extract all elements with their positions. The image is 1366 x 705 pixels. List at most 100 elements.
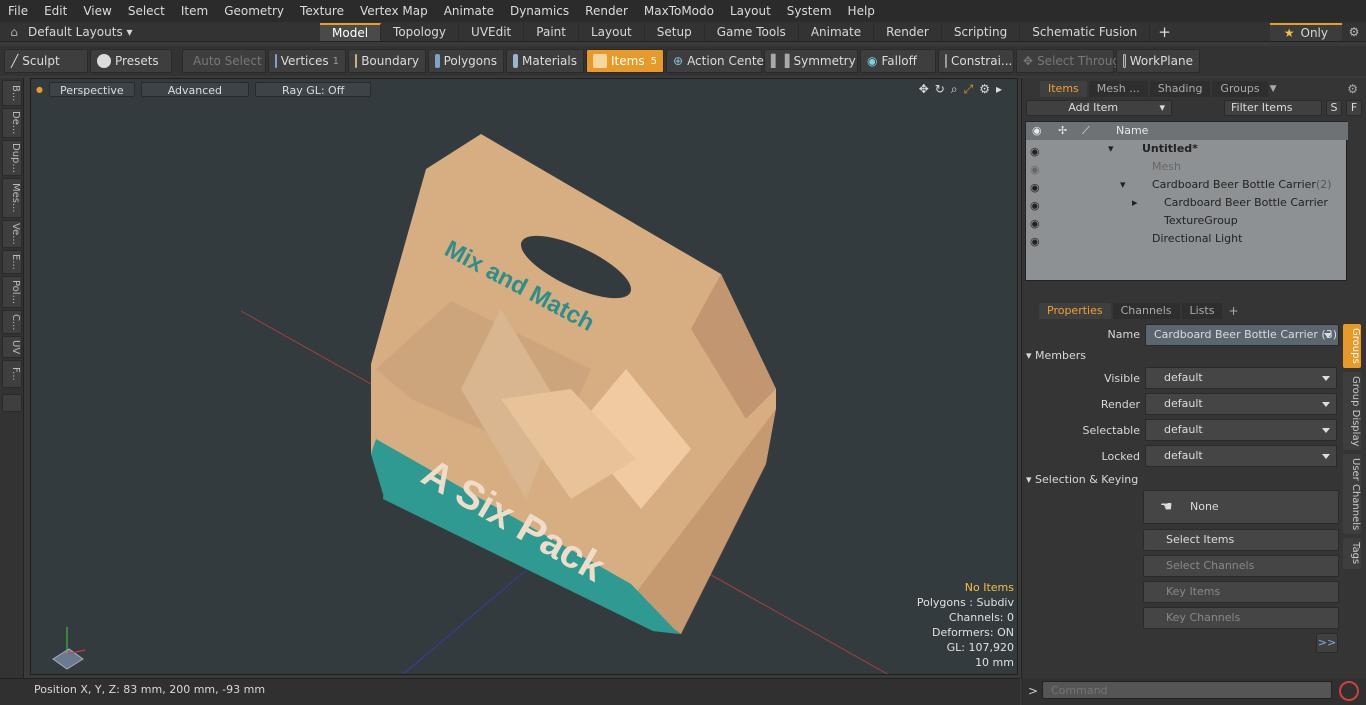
list-item[interactable]: ◉ ▾ Untitled*: [1026, 140, 1348, 158]
eye-icon[interactable]: ◉: [1030, 215, 1044, 230]
menu-item[interactable]: Item: [173, 0, 216, 22]
list-item[interactable]: ◉ TextureGroup: [1026, 212, 1348, 230]
menu-view[interactable]: View: [75, 0, 119, 22]
tab-properties[interactable]: Properties: [1039, 303, 1111, 319]
expand-icon[interactable]: ▾: [1108, 140, 1114, 158]
3d-viewport[interactable]: Mix and Match A Six Pack: [30, 78, 1018, 675]
tab-render[interactable]: Render: [874, 22, 942, 41]
tab-layout[interactable]: Layout: [579, 22, 645, 41]
presets-button[interactable]: Presets: [90, 49, 172, 73]
members-section[interactable]: ▾ Members: [1026, 349, 1338, 362]
tab-uvedit[interactable]: UVEdit: [459, 22, 525, 41]
add-tab-button[interactable]: +: [1150, 23, 1179, 41]
record-icon[interactable]: [1339, 681, 1359, 701]
menu-animate[interactable]: Animate: [436, 0, 502, 22]
menu-edit[interactable]: Edit: [36, 0, 75, 22]
add-properties-tab-icon[interactable]: +: [1224, 304, 1238, 318]
list-item[interactable]: ◉ ▸ Cardboard Beer Bottle Carrier: [1026, 194, 1348, 212]
more-button[interactable]: >>: [1316, 633, 1338, 653]
tab-items[interactable]: Items: [1040, 81, 1087, 97]
gear-icon[interactable]: ⚙: [1342, 25, 1366, 39]
boundary-button[interactable]: Boundary: [348, 49, 426, 73]
rotate-view-icon[interactable]: ↻: [935, 82, 945, 97]
tab-lists[interactable]: Lists: [1181, 303, 1223, 319]
tabs-dropdown-icon[interactable]: ▼: [1270, 84, 1277, 94]
auto-select-button[interactable]: Auto Select: [182, 49, 266, 73]
menu-select[interactable]: Select: [120, 0, 173, 22]
left-tab-edge[interactable]: E...: [2, 250, 22, 274]
action-center-button[interactable]: ⊕ Action Center: [666, 49, 769, 73]
filter-items-input[interactable]: Filter Items: [1224, 100, 1322, 116]
menu-render[interactable]: Render: [577, 0, 636, 22]
panel-gear-icon[interactable]: ⚙: [1347, 82, 1366, 96]
perspective-button[interactable]: Perspective: [48, 81, 135, 97]
tab-topology[interactable]: Topology: [381, 22, 460, 41]
key-items-button[interactable]: Key Items: [1143, 581, 1339, 603]
raygl-button[interactable]: Ray GL: Off: [255, 81, 372, 97]
name-column-header[interactable]: Name: [1116, 122, 1148, 140]
fit-view-icon[interactable]: ⤢: [964, 82, 974, 97]
tab-game-tools[interactable]: Game Tools: [705, 22, 799, 41]
eye-icon[interactable]: ◉: [1030, 197, 1044, 212]
select-through-button[interactable]: ✥ Select Through: [1016, 49, 1128, 73]
list-item[interactable]: ◉ Mesh: [1026, 158, 1348, 176]
materials-button[interactable]: Materials: [506, 49, 584, 73]
viewport-more-icon[interactable]: ▸: [996, 82, 1002, 97]
s-button[interactable]: S: [1326, 100, 1342, 116]
tab-channels[interactable]: Channels: [1112, 303, 1180, 319]
falloff-button[interactable]: ◉ Falloff: [860, 49, 936, 73]
select-items-button[interactable]: Select Items: [1143, 529, 1339, 551]
collapse-icon[interactable]: ▸: [1132, 194, 1138, 212]
eye-icon[interactable]: ◉: [1030, 179, 1044, 194]
menu-system[interactable]: System: [779, 0, 840, 22]
side-tab-tags[interactable]: Tags: [1343, 538, 1361, 569]
select-channels-button[interactable]: Select Channels: [1143, 555, 1339, 577]
left-tab-fusion[interactable]: F...: [2, 360, 22, 388]
default-layouts-dropdown[interactable]: Default Layouts ▾: [28, 25, 133, 39]
tab-model[interactable]: Model: [320, 22, 382, 41]
side-tab-groups[interactable]: Groups: [1343, 324, 1361, 368]
home-icon[interactable]: ⌂: [0, 25, 28, 39]
left-tab-duplicate[interactable]: Dup...: [2, 140, 22, 176]
list-item[interactable]: ◉ Directional Light: [1026, 230, 1348, 248]
eye-icon[interactable]: ◉: [1030, 233, 1044, 248]
items-button[interactable]: Items 5: [586, 49, 664, 73]
tab-shading[interactable]: Shading: [1149, 81, 1211, 97]
none-button[interactable]: ☚ None: [1143, 490, 1339, 524]
side-tab-group-display[interactable]: Group Display: [1343, 371, 1361, 451]
left-tab-extra[interactable]: [2, 394, 22, 412]
eye-icon[interactable]: ◉: [1030, 143, 1044, 158]
tab-mesh[interactable]: Mesh ...: [1088, 81, 1148, 97]
viewport-dot-icon[interactable]: ●: [36, 85, 43, 94]
zoom-view-icon[interactable]: ⌕: [951, 82, 958, 97]
menu-dynamics[interactable]: Dynamics: [502, 0, 577, 22]
tab-groups[interactable]: Groups: [1212, 81, 1268, 97]
advanced-button[interactable]: Advanced: [140, 81, 250, 97]
add-item-button[interactable]: Add Item ▾: [1026, 100, 1172, 116]
locked-select[interactable]: default: [1145, 445, 1337, 467]
tab-schematic-fusion[interactable]: Schematic Fusion: [1020, 22, 1151, 41]
menu-geometry[interactable]: Geometry: [216, 0, 292, 22]
left-tab-vertex[interactable]: Ve...: [2, 220, 22, 248]
expand-icon[interactable]: ▾: [1120, 176, 1126, 194]
name-field[interactable]: Cardboard Beer Bottle Carrier (3): [1145, 324, 1339, 346]
left-tab-mesh[interactable]: Mes...: [2, 178, 22, 218]
menu-file[interactable]: File: [0, 0, 36, 22]
polygons-button[interactable]: Polygons: [428, 49, 504, 73]
left-tab-basic[interactable]: B...: [2, 80, 22, 106]
menu-help[interactable]: Help: [840, 0, 883, 22]
tab-animate[interactable]: Animate: [799, 22, 875, 41]
menu-texture[interactable]: Texture: [292, 0, 352, 22]
move-view-icon[interactable]: ✥: [919, 82, 929, 97]
symmetry-button[interactable]: ▌▐ Symmetry: [764, 49, 858, 73]
menu-maxtomodo[interactable]: MaxToModo: [636, 0, 722, 22]
left-tab-polygon[interactable]: Pol...: [2, 276, 22, 308]
menu-vertex-map[interactable]: Vertex Map: [352, 0, 436, 22]
only-toggle[interactable]: ★ Only: [1269, 22, 1342, 41]
sculpt-button[interactable]: ╱ Sculpt: [4, 49, 88, 73]
menu-layout[interactable]: Layout: [722, 0, 779, 22]
tab-paint[interactable]: Paint: [524, 22, 579, 41]
tab-scripting[interactable]: Scripting: [942, 22, 1021, 41]
f-button[interactable]: F: [1346, 100, 1362, 116]
workplane-button[interactable]: WorkPlane: [1116, 49, 1200, 73]
